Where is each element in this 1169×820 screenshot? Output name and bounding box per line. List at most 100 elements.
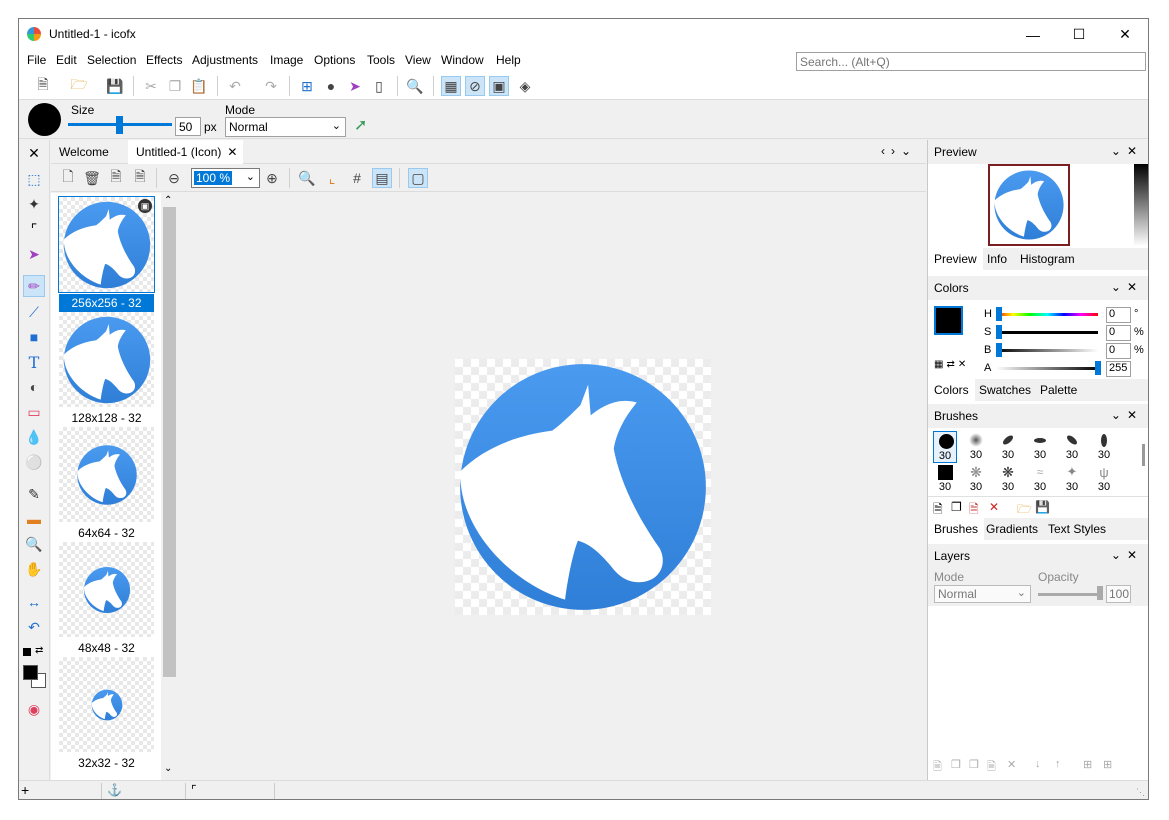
eraser-icon[interactable]: ▭ — [23, 401, 45, 423]
fill-bucket-icon[interactable]: ◐ — [23, 376, 45, 398]
slider-knob[interactable] — [996, 325, 1002, 339]
layers-icon[interactable]: ◈ — [515, 76, 535, 96]
reset-colors-icon[interactable] — [23, 648, 31, 656]
tab-palette[interactable]: Palette — [1034, 379, 1083, 401]
ruler-icon[interactable]: ▬ — [23, 508, 45, 530]
export-image-icon[interactable]: 🗎 — [130, 168, 150, 188]
size-input[interactable]: 50 — [175, 117, 201, 136]
save-brushes-icon[interactable]: 💾 — [1035, 500, 1050, 514]
copy-icon[interactable]: ❐ — [165, 76, 185, 96]
windows-icon[interactable]: ⊞ — [297, 76, 317, 96]
size-slider[interactable] — [68, 116, 172, 134]
new-image-icon[interactable]: 🗋 — [58, 168, 78, 188]
menu-view[interactable]: View — [405, 53, 431, 67]
save-icon[interactable]: 💾 — [105, 76, 125, 96]
menu-edit[interactable]: Edit — [56, 53, 77, 67]
zoom-in-icon[interactable]: ⊕ — [262, 168, 282, 188]
close-tab-icon[interactable]: ✕ — [227, 145, 237, 159]
select-frame-icon[interactable]: ▣ — [489, 76, 509, 96]
tab-untitled[interactable]: Untitled-1 (Icon) ✕ — [128, 140, 244, 164]
panel-controls-icon[interactable]: ⌄✕ — [1111, 144, 1143, 158]
menu-file[interactable]: File — [27, 53, 46, 67]
swap-colors-icon[interactable]: ⇄ — [35, 645, 43, 656]
menu-selection[interactable]: Selection — [87, 53, 136, 67]
rectangle-icon[interactable]: ■ — [23, 326, 45, 348]
size-slider-knob[interactable] — [116, 116, 123, 134]
transparency-icon[interactable]: ⊘ — [465, 76, 485, 96]
brush-preset[interactable]: ≈ 30 — [1028, 463, 1052, 493]
dodge-icon[interactable]: ⚪ — [23, 451, 45, 473]
flip-icon[interactable]: ↔ — [23, 591, 45, 613]
scrollbar-thumb[interactable] — [163, 207, 176, 677]
alpha-input[interactable]: 255 — [1106, 361, 1131, 377]
new-layer-icon[interactable]: 🗎 — [933, 758, 942, 777]
list-item[interactable]: 64x64 - 32 — [59, 427, 154, 542]
layer-mode-select[interactable]: Normal ⌄ — [934, 585, 1031, 603]
saturation-input[interactable]: 0 — [1106, 325, 1131, 341]
image-search-icon[interactable]: 🔍 — [405, 76, 425, 96]
grid-icon[interactable]: # — [347, 168, 367, 188]
panel-controls-icon[interactable]: ⌄✕ — [1111, 280, 1143, 294]
brushes-scrollbar[interactable] — [1142, 444, 1145, 466]
menu-options[interactable]: Options — [314, 53, 355, 67]
window-view-icon[interactable]: ▤ — [372, 168, 392, 188]
marquee-select-icon[interactable]: ⬚ — [23, 168, 45, 190]
maximize-button[interactable]: ☐ — [1056, 19, 1102, 50]
brush-preset[interactable]: 30 — [996, 431, 1020, 461]
layer-mask-icon[interactable]: ⊞ — [1103, 758, 1112, 771]
saturation-slider[interactable] — [996, 331, 1098, 334]
primary-color-swatch[interactable] — [933, 305, 964, 336]
fit-screen-icon[interactable]: ▢ — [408, 168, 428, 188]
eyedropper-icon[interactable]: ✎ — [23, 483, 45, 505]
hand-icon[interactable]: ✋ — [23, 558, 45, 580]
tab-text-styles[interactable]: Text Styles — [1042, 518, 1112, 540]
tab-colors[interactable]: Colors — [928, 379, 975, 401]
record-icon[interactable]: ◉ — [23, 698, 45, 720]
panel-controls-icon[interactable]: ⌄✕ — [1111, 408, 1143, 422]
zoom-out-icon[interactable]: ⊖ — [164, 168, 184, 188]
menu-tools[interactable]: Tools — [367, 53, 395, 67]
open-folder-icon[interactable]: 🗁 — [69, 76, 89, 96]
brush-icon[interactable]: ✏ — [23, 275, 45, 297]
zoom-select[interactable]: 100 % ⌄ — [191, 168, 260, 188]
undo-icon[interactable]: ↶ — [225, 76, 245, 96]
foreground-color-swatch[interactable] — [23, 665, 38, 680]
slider-knob[interactable] — [996, 343, 1002, 357]
menu-window[interactable]: Window — [441, 53, 484, 67]
opacity-input[interactable]: 100 — [1106, 585, 1131, 603]
brush-preset[interactable]: 30 — [933, 431, 957, 463]
color-tools-icons[interactable]: ▦⇄✕ — [934, 359, 969, 370]
tab-info[interactable]: Info — [981, 248, 1013, 270]
mode-select[interactable]: Normal ⌄ — [225, 117, 346, 137]
menu-adjustments[interactable]: Adjustments — [192, 53, 258, 67]
move-icon[interactable]: ➤ — [23, 243, 45, 265]
import-image-icon[interactable]: 🗎 — [106, 168, 126, 188]
search-input[interactable] — [796, 52, 1146, 71]
brush-preset[interactable]: ❋ 30 — [996, 463, 1020, 494]
paste-icon[interactable]: 📋 — [189, 76, 209, 96]
layer-group-icon[interactable]: ⊞ — [1083, 758, 1092, 771]
list-item[interactable]: 128x128 - 32 — [59, 312, 154, 427]
crop-icon[interactable]: ⌜ — [23, 218, 45, 240]
close-button[interactable]: ✕ — [1102, 19, 1148, 50]
list-item[interactable]: ▣ 256x256 - 32 — [58, 196, 155, 312]
alpha-slider[interactable] — [996, 367, 1098, 370]
menu-image[interactable]: Image — [270, 53, 303, 67]
menu-help[interactable]: Help — [496, 53, 521, 67]
rulers-icon[interactable]: ⌞ — [322, 168, 342, 188]
slider-knob[interactable] — [1095, 361, 1101, 375]
brush-preset[interactable]: ✦ 30 — [1060, 463, 1084, 493]
tab-preview[interactable]: Preview — [928, 248, 983, 270]
sizes-scrollbar[interactable]: ⌃ ⌄ — [161, 193, 178, 780]
new-file-icon[interactable]: 🗎 — [33, 76, 53, 96]
zoom-icon[interactable]: 🔍 — [23, 533, 45, 555]
tab-histogram[interactable]: Histogram — [1014, 248, 1081, 270]
tab-swatches[interactable]: Swatches — [973, 379, 1037, 401]
mobile-icon[interactable]: ▯ — [369, 76, 389, 96]
hue-slider[interactable] — [996, 313, 1098, 316]
tab-gradients[interactable]: Gradients — [980, 518, 1044, 540]
delete-image-icon[interactable]: 🗑 — [82, 168, 102, 188]
apple-icon[interactable]: ● — [321, 76, 341, 96]
brush-preset[interactable]: 30 — [964, 431, 988, 461]
antialias-icon[interactable]: ➚ — [354, 115, 367, 135]
